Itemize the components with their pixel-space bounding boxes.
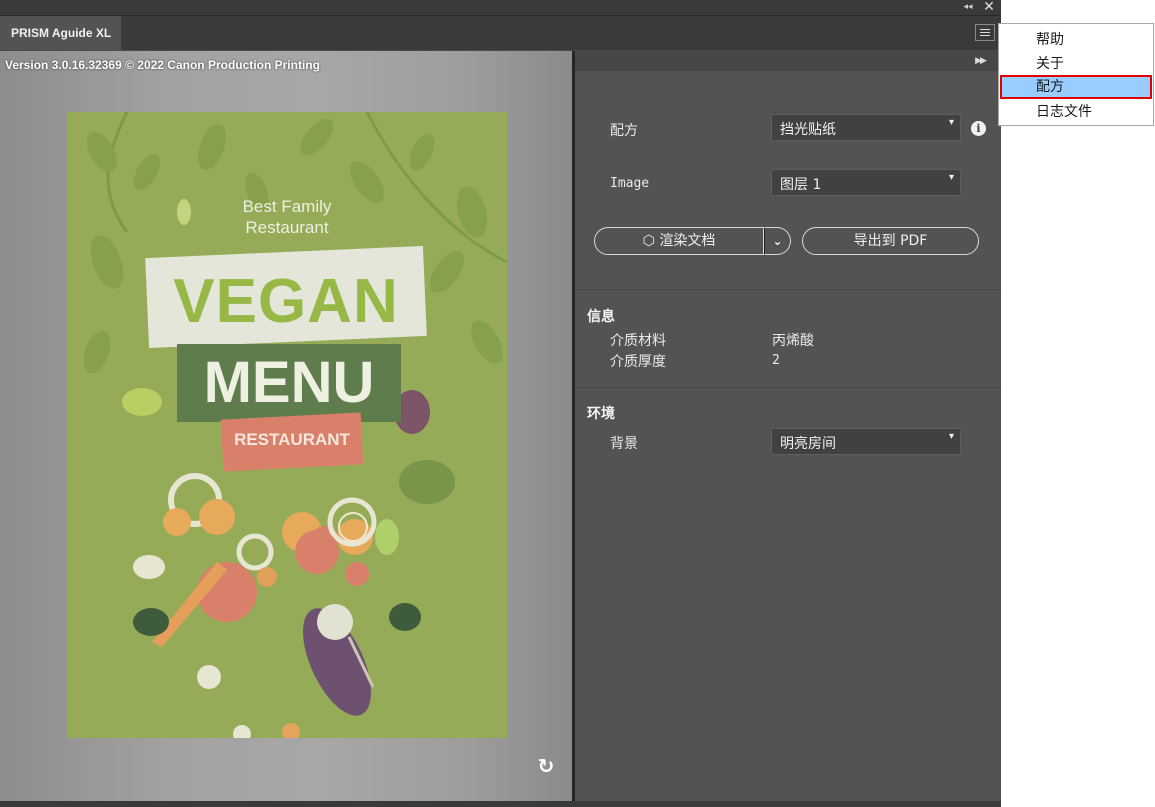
double-chevron-left-icon[interactable]: ◂◂ <box>961 1 975 14</box>
image-dropdown[interactable]: 图层 1 ▾ <box>771 169 961 196</box>
poster-restaurant-text: RESTAURANT <box>234 430 350 449</box>
media-thickness-value: 2 <box>772 353 780 368</box>
plugin-window: ◂◂ ✕ PRISM Aguide XL Version 3.0.16.3236… <box>0 0 1001 807</box>
menu-item-about[interactable]: 关于 <box>1000 52 1152 76</box>
menu-item-help[interactable]: 帮助 <box>1000 28 1152 52</box>
background-dropdown-value: 明亮房间 <box>780 436 836 452</box>
poster-preview: Best Family Restaurant VEGAN MENU RESTAU… <box>67 112 507 738</box>
media-material-value: 丙烯酸 <box>772 333 814 349</box>
background-label: 背景 <box>610 436 638 452</box>
export-pdf-button[interactable]: 导出到 PDF <box>802 227 979 255</box>
image-dropdown-value: 图层 1 <box>780 177 822 193</box>
render-options-dropdown[interactable]: ⌄ <box>764 227 791 255</box>
version-text: Version 3.0.16.32369 © 2022 Canon Produc… <box>5 58 320 72</box>
bottom-bar <box>0 801 1001 807</box>
menu-line <box>980 35 990 36</box>
image-label: Image <box>610 176 650 191</box>
render-document-button[interactable]: ⬡ 渲染文档 <box>594 227 764 255</box>
tab-prism-aguide[interactable]: PRISM Aguide XL <box>0 16 121 50</box>
tab-bar: PRISM Aguide XL <box>0 16 1001 50</box>
preview-area: Version 3.0.16.32369 © 2022 Canon Produc… <box>0 51 572 803</box>
chevron-down-icon: ▾ <box>948 172 954 183</box>
render-document-label: 渲染文档 <box>659 233 716 249</box>
double-chevron-right-icon[interactable]: ▶▶ <box>971 53 989 69</box>
chevron-down-icon: ▾ <box>948 431 954 442</box>
recipe-label: 配方 <box>610 123 638 139</box>
panel-header-strip: ▶▶ <box>575 51 1001 71</box>
menu-item-logfile[interactable]: 日志文件 <box>1000 100 1152 124</box>
cube-icon: ⬡ <box>642 233 655 249</box>
environment-section-title: 环境 <box>587 406 615 422</box>
panel-menu-icon[interactable] <box>975 24 995 41</box>
settings-panel: ▶▶ 配方 挡光贴纸 ▾ i Image 图层 1 ▾ ⬡ 渲染文档 ⌄ 导出到… <box>575 51 1001 803</box>
poster-title: VEGAN <box>173 267 399 336</box>
close-icon[interactable]: ✕ <box>981 0 997 15</box>
poster-subtitle-line2: Restaurant <box>245 218 329 237</box>
menu-item-recipe[interactable]: 配方 <box>1000 75 1152 99</box>
refresh-icon[interactable]: ↻ <box>536 756 556 776</box>
poster-subtitle-line1: Best Family <box>242 197 332 216</box>
chevron-down-icon: ⌄ <box>772 234 783 248</box>
divider <box>575 387 1001 388</box>
recipe-dropdown-value: 挡光贴纸 <box>780 122 836 138</box>
media-material-label: 介质材料 <box>610 333 666 349</box>
menu-line <box>980 29 990 30</box>
chevron-down-icon: ▾ <box>948 117 954 128</box>
poster-menu-text: MENU <box>203 350 375 415</box>
context-menu: 帮助 关于 配方 日志文件 <box>998 23 1154 126</box>
divider <box>575 289 1001 290</box>
media-thickness-label: 介质厚度 <box>610 354 666 370</box>
title-strip: ◂◂ ✕ <box>0 0 1001 16</box>
recipe-dropdown[interactable]: 挡光贴纸 ▾ <box>771 114 961 141</box>
info-icon[interactable]: i <box>971 121 986 136</box>
info-section-title: 信息 <box>587 309 615 325</box>
background-dropdown[interactable]: 明亮房间 ▾ <box>771 428 961 455</box>
menu-line <box>980 32 990 33</box>
